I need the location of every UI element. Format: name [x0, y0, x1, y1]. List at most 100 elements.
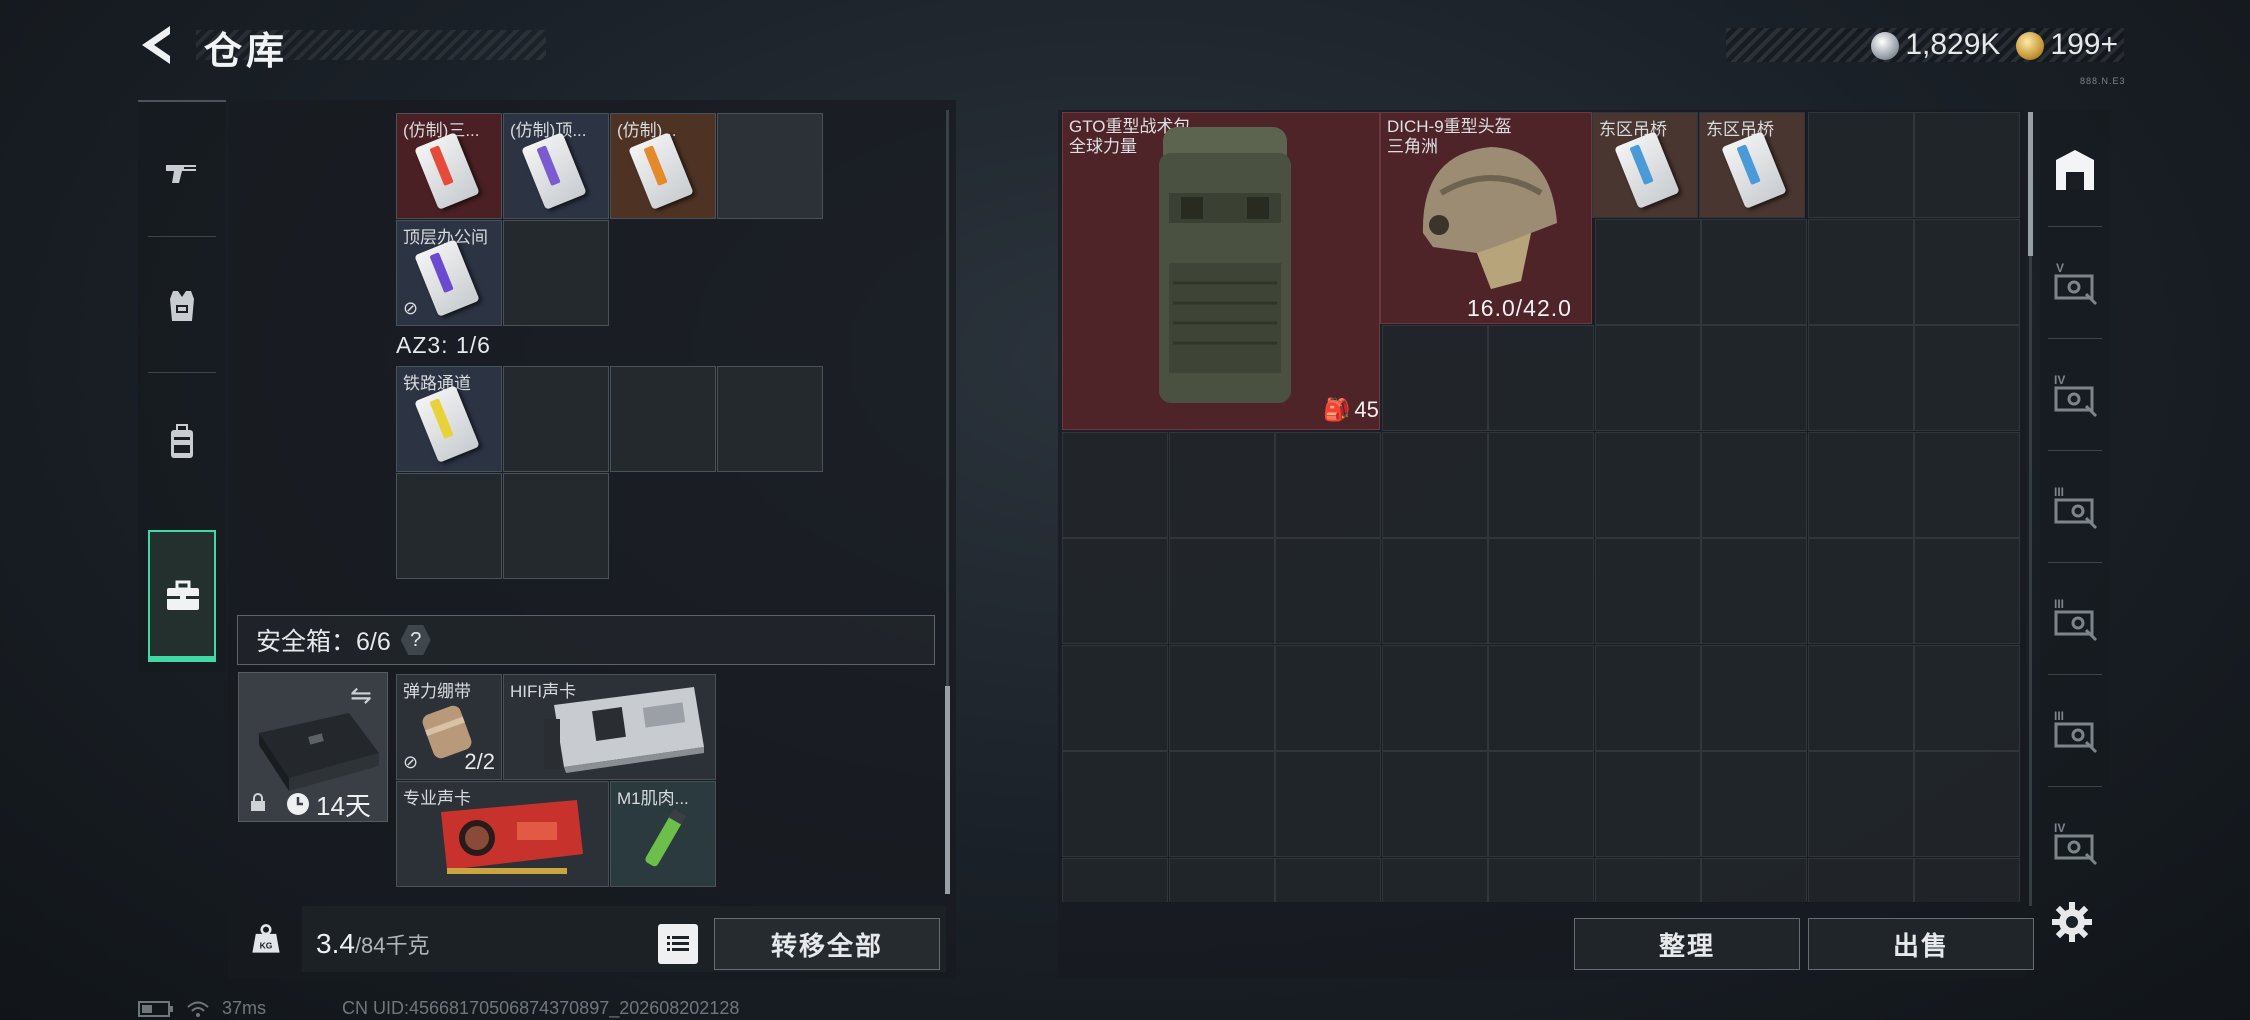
stash-empty-slot[interactable] — [1062, 538, 1168, 644]
stash-empty-slot[interactable] — [1169, 432, 1275, 538]
stash-empty-slot[interactable] — [1382, 858, 1488, 902]
stash-empty-slot[interactable] — [1062, 432, 1168, 538]
stash-empty-slot[interactable] — [1808, 751, 1914, 857]
stash-empty-slot[interactable] — [1914, 538, 2020, 644]
tab-toolbox[interactable] — [148, 530, 216, 662]
stash-empty-slot[interactable] — [1275, 538, 1381, 644]
tab-stash-v[interactable]: V — [2040, 228, 2110, 338]
stash-item-keycard[interactable]: 东区吊桥 — [1592, 112, 1698, 218]
stash-empty-slot[interactable] — [1914, 325, 2020, 431]
stash-empty-slot[interactable] — [1914, 645, 2020, 751]
sell-button[interactable]: 出售 — [1808, 918, 2034, 970]
stash-empty-slot[interactable] — [1595, 538, 1701, 644]
settings-gear-icon[interactable] — [2050, 900, 2094, 944]
help-button[interactable]: ? — [400, 625, 431, 655]
empty-slot[interactable] — [610, 366, 716, 472]
bandage-slot[interactable]: 弹力绷带 ⊘ 2/2 — [396, 674, 502, 780]
stash-empty-slot[interactable] — [1808, 858, 1914, 902]
stash-empty-slot[interactable] — [1488, 858, 1594, 902]
stash-empty-slot[interactable] — [1701, 325, 1807, 431]
stash-empty-slot[interactable] — [1914, 112, 2020, 218]
swap-icon[interactable]: ⇋ — [350, 680, 372, 711]
key-card-slot[interactable]: (仿制)三... — [396, 113, 502, 219]
stash-empty-slot[interactable] — [1914, 858, 2020, 902]
stash-empty-slot[interactable] — [1701, 219, 1807, 325]
tab-weapons[interactable] — [138, 106, 226, 240]
stash-empty-slot[interactable] — [1275, 858, 1381, 902]
stash-item-keycard[interactable]: 东区吊桥 — [1699, 112, 1805, 218]
stash-empty-slot[interactable] — [1169, 645, 1275, 751]
stash-empty-slot[interactable] — [1169, 538, 1275, 644]
empty-slot[interactable] — [503, 473, 609, 579]
stash-empty-slot[interactable] — [1808, 325, 1914, 431]
stash-empty-slot[interactable] — [1808, 432, 1914, 538]
empty-slot[interactable] — [717, 366, 823, 472]
gold-currency[interactable]: 199+ — [2016, 28, 2118, 62]
stash-empty-slot[interactable] — [1488, 325, 1594, 431]
stash-empty-slot[interactable] — [1488, 751, 1594, 857]
stash-empty-slot[interactable] — [1808, 112, 1914, 218]
stash-empty-slot[interactable] — [1595, 325, 1701, 431]
stash-empty-slot[interactable] — [1062, 751, 1168, 857]
stash-empty-slot[interactable] — [1595, 645, 1701, 751]
tab-stash-main[interactable] — [2040, 116, 2110, 226]
tab-backpack[interactable] — [138, 374, 226, 508]
stash-empty-slot[interactable] — [1701, 432, 1807, 538]
empty-slot[interactable] — [503, 220, 609, 326]
stash-empty-slot[interactable] — [1595, 219, 1701, 325]
stash-empty-slot[interactable] — [1808, 219, 1914, 325]
stash-empty-slot[interactable] — [1488, 645, 1594, 751]
stash-empty-slot[interactable] — [1382, 751, 1488, 857]
stash-empty-slot[interactable] — [1169, 751, 1275, 857]
stash-empty-slot[interactable] — [1382, 538, 1488, 644]
stash-empty-slot[interactable] — [1914, 219, 2020, 325]
stash-scrollbar[interactable] — [2028, 112, 2033, 256]
hifi-card-slot[interactable]: HIFI声卡 — [503, 674, 716, 780]
stash-empty-slot[interactable] — [1701, 538, 1807, 644]
stash-item-helmet[interactable]: DICH-9重型头盔 三角洲 16.0/42.0 — [1380, 112, 1592, 324]
tab-gear[interactable] — [138, 238, 226, 372]
stash-empty-slot[interactable] — [1595, 858, 1701, 902]
stash-empty-slot[interactable] — [1275, 432, 1381, 538]
left-scrollbar[interactable] — [945, 686, 950, 894]
stash-empty-slot[interactable] — [1382, 432, 1488, 538]
empty-slot[interactable] — [503, 366, 609, 472]
sort-button[interactable]: 整理 — [1574, 918, 1800, 970]
stim-slot[interactable]: M1肌肉... — [610, 781, 716, 887]
tab-stash-iv[interactable]: IV — [2040, 340, 2110, 450]
stash-empty-slot[interactable] — [1275, 751, 1381, 857]
stash-empty-slot[interactable] — [1382, 325, 1488, 431]
tab-stash-iii-b[interactable]: III — [2040, 564, 2110, 674]
list-view-button[interactable] — [658, 924, 698, 964]
pro-card-slot[interactable]: 专业声卡 — [396, 781, 609, 887]
stash-empty-slot[interactable] — [1701, 645, 1807, 751]
stash-empty-slot[interactable] — [1701, 751, 1807, 857]
stash-empty-slot[interactable] — [1914, 432, 2020, 538]
add-gold-button[interactable]: + — [2100, 28, 2118, 61]
stash-empty-slot[interactable] — [1595, 432, 1701, 538]
stash-empty-slot[interactable] — [1914, 751, 2020, 857]
tab-stash-iv-b[interactable]: IV — [2040, 788, 2110, 898]
stash-item-backpack[interactable]: GTO重型战术包 全球力量 🎒 45 — [1062, 112, 1380, 430]
stash-empty-slot[interactable] — [1701, 858, 1807, 902]
tab-stash-iii-a[interactable]: III — [2040, 452, 2110, 562]
stash-empty-slot[interactable] — [1488, 432, 1594, 538]
empty-slot[interactable] — [396, 473, 502, 579]
key-card-slot[interactable]: (仿制)... — [610, 113, 716, 219]
stash-empty-slot[interactable] — [1808, 538, 1914, 644]
stash-empty-slot[interactable] — [1382, 645, 1488, 751]
stash-empty-slot[interactable] — [1062, 645, 1168, 751]
stash-empty-slot[interactable] — [1275, 645, 1381, 751]
stash-empty-slot[interactable] — [1062, 858, 1168, 902]
key-card-slot[interactable]: 铁路通道 — [396, 366, 502, 472]
empty-slot[interactable] — [717, 113, 823, 219]
stash-empty-slot[interactable] — [1595, 751, 1701, 857]
stash-scroll-track[interactable] — [2029, 256, 2032, 906]
back-button[interactable] — [136, 22, 182, 68]
key-card-slot[interactable]: (仿制)顶... — [503, 113, 609, 219]
tab-stash-iii-c[interactable]: III — [2040, 676, 2110, 786]
key-card-slot[interactable]: 顶层办公间 ⊘ — [396, 220, 502, 326]
stash-empty-slot[interactable] — [1169, 858, 1275, 902]
transfer-all-button[interactable]: 转移全部 — [714, 918, 940, 970]
stash-empty-slot[interactable] — [1808, 645, 1914, 751]
